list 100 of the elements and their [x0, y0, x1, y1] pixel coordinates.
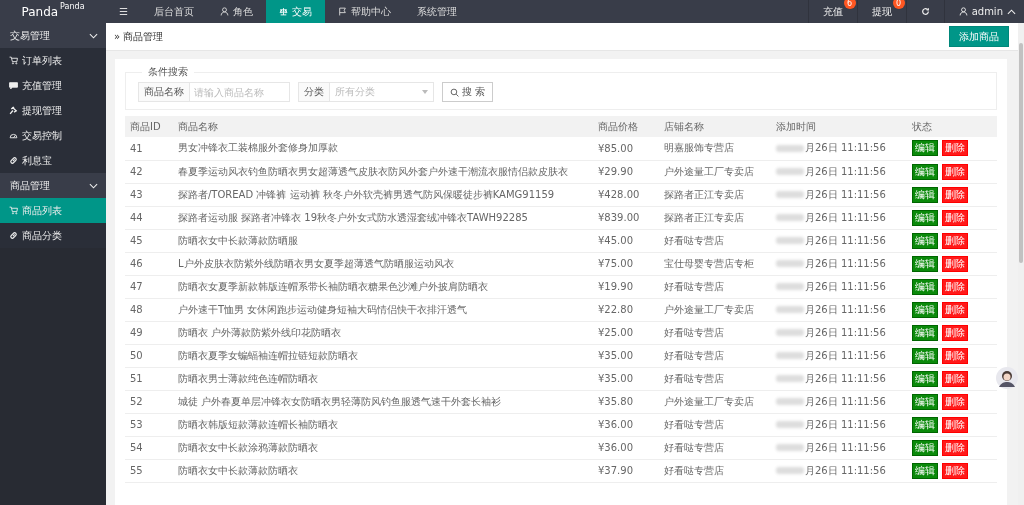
table-cell: 月26日 11:11:56 [805, 302, 886, 317]
table-cell: 防晒衣 户外薄款防紫外线印花防晒衣 [173, 321, 593, 344]
nav-tab[interactable]: 后台首页 [140, 0, 207, 23]
nav-tab[interactable]: 交易 [265, 0, 325, 23]
edit-button[interactable]: 编辑 [912, 163, 938, 180]
add-button[interactable]: 添加商品 [949, 26, 1009, 47]
chevron-icon [1007, 8, 1016, 15]
table-cell: 49 [125, 321, 173, 344]
sidebar-group[interactable]: 商品管理 [0, 173, 106, 198]
edit-button[interactable]: 编辑 [912, 209, 938, 226]
edit-button[interactable]: 编辑 [912, 186, 938, 203]
table-cell: ¥428.00 [593, 183, 659, 206]
table-cell: 防晒衣女中长款涂鸦薄款防晒衣 [173, 436, 593, 459]
table-cell: 46 [125, 252, 173, 275]
column-header: 状态 [907, 116, 997, 137]
edit-button[interactable]: 编辑 [912, 370, 938, 387]
edit-button[interactable]: 编辑 [912, 393, 938, 410]
delete-button[interactable]: 删除 [942, 255, 968, 272]
blurred-text [776, 352, 804, 359]
table-cell: 探路者正江专卖店 [659, 183, 771, 206]
table-cell: 探路者正江专卖店 [659, 206, 771, 229]
table-cell: ¥85.00 [593, 137, 659, 160]
delete-button[interactable]: 删除 [942, 439, 968, 456]
delete-button[interactable]: 删除 [942, 347, 968, 364]
table-cell: 月26日 11:11:56 [805, 279, 886, 294]
flag-icon [337, 7, 347, 16]
field-label: 分类 [298, 82, 330, 102]
edit-button[interactable]: 编辑 [912, 462, 938, 479]
blurred-text [776, 237, 804, 244]
table-cell: 防晒衣男士薄款纯色连帽防晒衣 [173, 367, 593, 390]
column-header: 商品ID [125, 116, 173, 137]
avatar[interactable] [996, 367, 1018, 389]
table-cell: ¥22.80 [593, 298, 659, 321]
nav-tab[interactable]: 角色 [206, 0, 266, 23]
nav-tab[interactable]: 系统管理 [403, 0, 470, 23]
sidebar-item[interactable]: 商品列表 [0, 198, 106, 223]
edit-button[interactable]: 编辑 [912, 278, 938, 295]
refresh-icon [920, 7, 930, 16]
delete-button[interactable]: 删除 [942, 163, 968, 180]
column-header: 商品名称 [173, 116, 593, 137]
section-title: 条件搜索 [147, 65, 189, 79]
table-cell: 户外速干T恤男 女休闲跑步运动健身短袖大码情侣快干衣排汗透气 [173, 298, 593, 321]
delete-button[interactable]: 删除 [942, 278, 968, 295]
column-header: 商品价格 [593, 116, 659, 137]
sidebar-item[interactable]: 充值管理 [0, 73, 106, 98]
table-cell: 月26日 11:11:56 [805, 371, 886, 386]
edit-button[interactable]: 编辑 [912, 140, 938, 157]
sidebar-item[interactable]: 交易控制 [0, 123, 106, 148]
caret-icon [422, 90, 428, 94]
table-cell: 户外途量工厂专卖店 [659, 298, 771, 321]
table-cell: 月26日 11:11:56 [805, 187, 886, 202]
user-icon [958, 7, 968, 16]
sidebar-item[interactable]: 订单列表 [0, 48, 106, 73]
blurred-text [776, 168, 804, 175]
table-cell: 月26日 11:11:56 [805, 164, 886, 179]
delete-button[interactable]: 删除 [942, 324, 968, 341]
link-icon [9, 156, 18, 165]
edit-button[interactable]: 编辑 [912, 324, 938, 341]
delete-button[interactable]: 删除 [942, 209, 968, 226]
sidebar-item[interactable]: 提现管理 [0, 98, 106, 123]
count-badge: 0 [892, 0, 905, 9]
delete-button[interactable]: 删除 [942, 301, 968, 318]
blurred-text [776, 375, 804, 382]
blurred-text [776, 398, 804, 405]
table-cell: 48 [125, 298, 173, 321]
delete-button[interactable]: 删除 [942, 140, 968, 157]
cart-icon [9, 56, 18, 65]
table-cell: 53 [125, 413, 173, 436]
delete-button[interactable]: 删除 [942, 370, 968, 387]
table-cell: 月26日 11:11:56 [805, 210, 886, 225]
delete-button[interactable]: 删除 [942, 186, 968, 203]
nav-tab[interactable]: 帮助中心 [324, 0, 404, 23]
chevron-icon [89, 32, 98, 39]
delete-button[interactable]: 删除 [942, 232, 968, 249]
breadcrumb: » 商品管理 [114, 29, 164, 44]
table-cell: 防晒衣韩版短款薄款连帽长袖防晒衣 [173, 413, 593, 436]
table-cell: 好看哒专营店 [659, 367, 771, 390]
sidebar-item[interactable]: 利息宝 [0, 148, 106, 173]
edit-button[interactable]: 编辑 [912, 232, 938, 249]
table-cell: 42 [125, 160, 173, 183]
edit-button[interactable]: 编辑 [912, 347, 938, 364]
edit-button[interactable]: 编辑 [912, 416, 938, 433]
delete-button[interactable]: 删除 [942, 393, 968, 410]
delete-button[interactable]: 删除 [942, 416, 968, 433]
delete-button[interactable]: 删除 [942, 462, 968, 479]
edit-button[interactable]: 编辑 [912, 301, 938, 318]
table-cell: 45 [125, 229, 173, 252]
table-cell: 47 [125, 275, 173, 298]
edit-button[interactable]: 编辑 [912, 439, 938, 456]
table-cell: L户外皮肤衣防紫外线防晒衣男女夏季超薄透气防晒服运动风衣 [173, 252, 593, 275]
table-cell: ¥19.90 [593, 275, 659, 298]
sidebar-group[interactable]: 交易管理 [0, 23, 106, 48]
nav-tab[interactable]: ☰ [106, 0, 141, 23]
table-cell: ¥45.00 [593, 229, 659, 252]
table-cell: 男女冲锋衣工装棉服外套修身加厚款 [173, 137, 593, 160]
sidebar-item[interactable]: 商品分类 [0, 223, 106, 248]
blurred-text [776, 214, 804, 221]
search-button[interactable]: 搜 索 [442, 82, 494, 102]
edit-button[interactable]: 编辑 [912, 255, 938, 272]
table-cell: 好看哒专营店 [659, 344, 771, 367]
